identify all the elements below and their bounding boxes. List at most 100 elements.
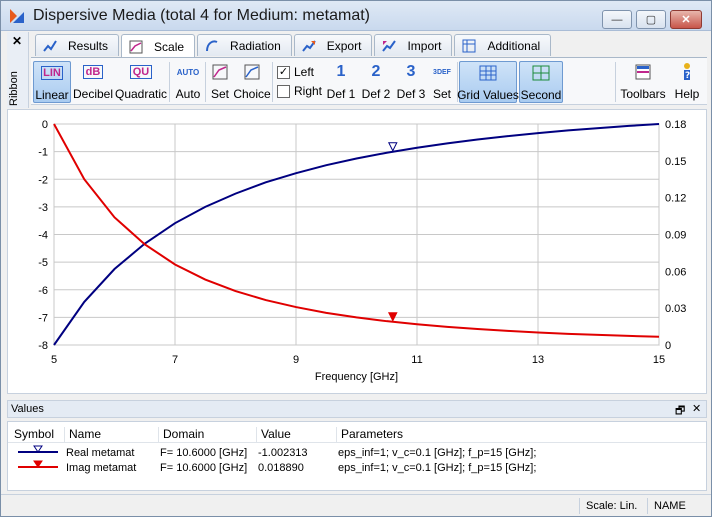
- auto-button[interactable]: AUTO Auto: [173, 61, 203, 103]
- tab-label: Scale: [154, 39, 185, 54]
- help-icon: ?: [678, 61, 696, 83]
- y-left-tick-label: -3: [38, 202, 48, 214]
- imag-series-symbol-icon: [16, 460, 60, 477]
- close-panel-icon[interactable]: ✕: [692, 402, 701, 415]
- x-axis-label: Frequency [GHz]: [315, 371, 398, 383]
- def-3-button[interactable]: 3 Def 3: [395, 61, 427, 103]
- table-row[interactable]: Real metamat F= 10.6000 [GHz] -1.002313 …: [8, 445, 706, 461]
- app-logo-icon: [10, 9, 24, 23]
- y-left-tick-label: -4: [38, 230, 48, 242]
- dispersion-chart[interactable]: 5 7 9 11 13 150-1-2-3-4-5-6-7-80.180.150.120.…: [8, 110, 706, 393]
- choice-button[interactable]: Choice: [233, 61, 271, 103]
- y-right-tick-label: 0.06: [665, 266, 686, 278]
- series-parameters: eps_inf=1; v_c=0.1 [GHz]; f_p=15 [GHz];: [338, 462, 537, 474]
- tab-import[interactable]: Import: [374, 34, 453, 56]
- tab-additional[interactable]: Additional: [454, 34, 552, 56]
- series-value: -1.002313: [258, 447, 308, 459]
- def-1-icon: 1: [336, 63, 346, 80]
- def-3-icon: 3: [406, 63, 416, 80]
- dispersive-media-window: Dispersive Media (total 4 for Medium: me…: [0, 0, 712, 517]
- help-button[interactable]: ? Help: [671, 61, 703, 103]
- export-icon: [301, 38, 317, 54]
- tab-results[interactable]: Results: [35, 34, 120, 56]
- y-left-tick-label: -7: [38, 312, 48, 324]
- chart-area[interactable]: 5 7 9 11 13 15 0 -1 -2 -3 -4 -5 -6 -7 -8 0.18 0.15 0.12 0.…: [7, 109, 707, 394]
- y-right-tick-label: 0.12: [665, 193, 686, 205]
- toolbar-separator: [205, 62, 206, 102]
- decibel-button[interactable]: dB Decibel: [73, 61, 113, 103]
- float-panel-icon[interactable]: 🗗: [675, 402, 685, 421]
- x-tick-label: 7: [172, 354, 178, 366]
- set-def-button[interactable]: 3DEF Set: [429, 61, 455, 103]
- y-right-tick-label: 0.03: [665, 303, 686, 315]
- import-icon: [381, 38, 397, 54]
- window-title: Dispersive Media (total 4 for Medium: me…: [33, 7, 370, 24]
- values-panel-title: Values: [11, 403, 44, 415]
- def-1-button[interactable]: 1 Def 1: [325, 61, 357, 103]
- tab-label: Export: [326, 38, 362, 53]
- close-button[interactable]: ✕: [670, 10, 702, 29]
- status-bar: Scale: Lin. NAME: [1, 494, 711, 516]
- x-tick-label: 11: [411, 354, 422, 366]
- radiation-icon: [204, 38, 220, 54]
- series-domain: F= 10.6000 [GHz]: [160, 462, 248, 474]
- column-header[interactable]: Parameters: [336, 427, 403, 443]
- linear-button[interactable]: LIN Linear: [33, 61, 71, 103]
- y-right-tick-label: 0.18: [665, 119, 686, 131]
- y-right-tick-label: 0.09: [665, 230, 686, 242]
- series-name: Imag metamat: [66, 462, 137, 474]
- tab-label: Results: [68, 38, 109, 53]
- additional-icon: [461, 38, 477, 54]
- set-scale-button[interactable]: Set: [208, 61, 232, 103]
- values-panel-header: Values 🗗 ✕: [7, 400, 707, 418]
- right-axis-checkbox[interactable]: Right: [277, 84, 322, 98]
- grid-values-button[interactable]: Grid Values: [457, 61, 519, 103]
- tab-export[interactable]: Export: [293, 34, 373, 56]
- left-axis-checkbox[interactable]: ✓ Left: [277, 65, 314, 79]
- title-bar[interactable]: Dispersive Media (total 4 for Medium: me…: [1, 1, 711, 31]
- choice-icon: [243, 61, 261, 83]
- table-row[interactable]: Imag metamat F= 10.6000 [GHz] 0.018890 e…: [8, 460, 706, 477]
- y-left-tick-label: -8: [38, 340, 48, 352]
- toolbar-separator: [272, 62, 273, 102]
- toolbar-separator: [169, 62, 170, 102]
- column-header[interactable]: Symbol: [10, 427, 54, 443]
- toolbar-separator: [615, 62, 616, 102]
- auto-icon: AUTO: [176, 67, 200, 77]
- set-def-icon: 3DEF: [433, 68, 451, 76]
- def-2-button[interactable]: 2 Def 2: [359, 61, 393, 103]
- y-left-tick-label: -2: [38, 174, 48, 186]
- values-table-header: Symbol Name Domain Value Parameters: [8, 425, 706, 443]
- results-icon: [42, 38, 58, 54]
- ribbon-strip: ✕ Ribbon: [7, 32, 29, 108]
- quadratic-button[interactable]: QU Quadratic: [115, 61, 167, 103]
- ribbon-label[interactable]: Ribbon: [8, 36, 20, 106]
- x-tick-label: 5: [51, 354, 57, 366]
- column-header[interactable]: Name: [64, 427, 101, 443]
- svg-text:?: ?: [685, 71, 690, 81]
- toolbars-button[interactable]: Toolbars: [619, 61, 667, 103]
- x-tick-label: 9: [293, 354, 299, 366]
- toolbars-icon: [634, 61, 652, 83]
- y-right-tick-label: 0.15: [665, 156, 686, 168]
- column-header[interactable]: Value: [256, 427, 291, 443]
- ribbon-tabs: Results Scale Radiation Export Import Ad…: [35, 34, 553, 58]
- second-grid-icon: [531, 62, 551, 84]
- y-left-tick-label: 0: [42, 119, 48, 131]
- series-parameters: eps_inf=1; v_c=0.1 [GHz]; f_p=15 [GHz];: [338, 447, 537, 459]
- maximize-button[interactable]: ▢: [636, 10, 666, 29]
- scale-icon: [128, 39, 144, 55]
- scale-status: Scale: Lin.: [579, 498, 643, 514]
- series-domain: F= 10.6000 [GHz]: [160, 447, 248, 459]
- column-header[interactable]: Domain: [158, 427, 204, 443]
- second-grid-button[interactable]: Second: [519, 61, 563, 103]
- minimize-button[interactable]: —: [602, 10, 632, 29]
- def-2-icon: 2: [371, 63, 381, 80]
- checkbox-unchecked-icon: [277, 84, 290, 98]
- tab-label: Import: [407, 38, 442, 53]
- tab-radiation[interactable]: Radiation: [197, 34, 292, 56]
- x-tick-label: 15: [653, 354, 665, 366]
- y-right-tick-label: 0: [665, 340, 671, 352]
- tab-scale[interactable]: Scale: [121, 34, 196, 58]
- series-name: Real metamat: [66, 447, 135, 459]
